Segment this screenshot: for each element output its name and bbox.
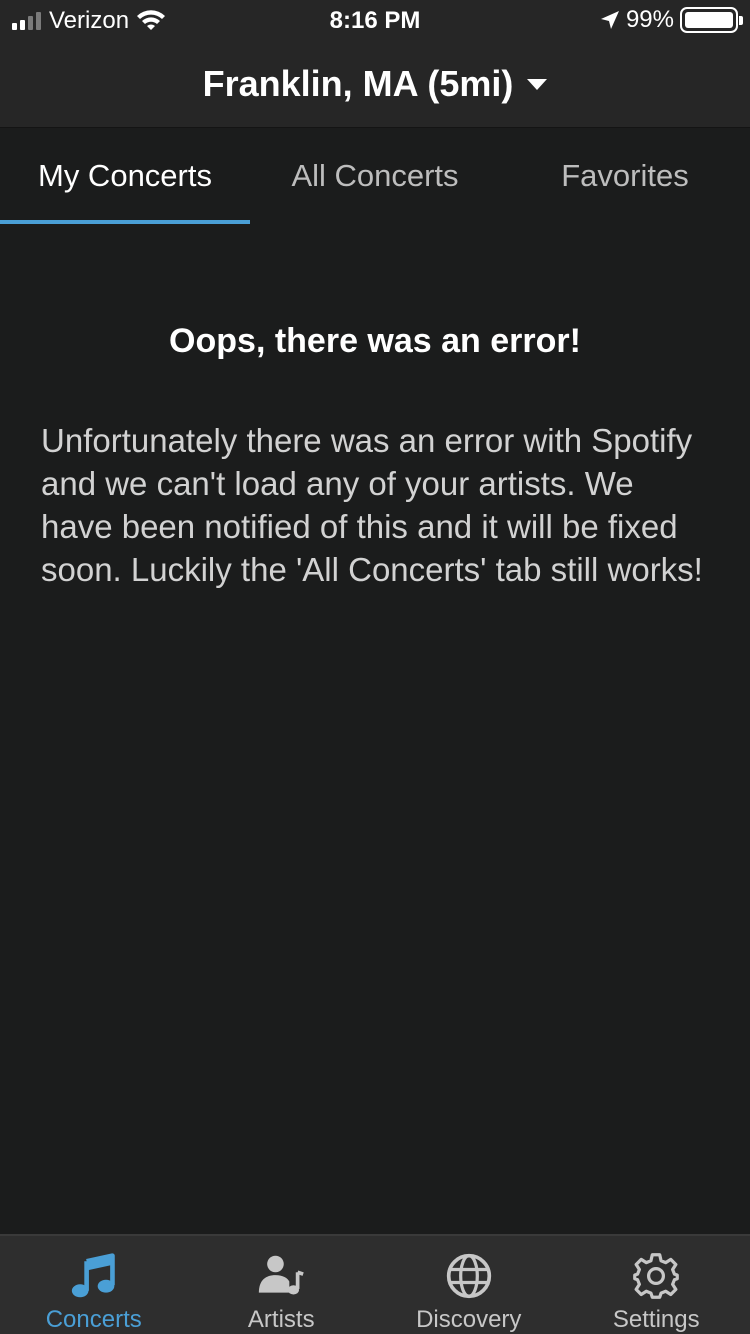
gear-icon <box>633 1253 680 1299</box>
tab-favorites[interactable]: Favorites <box>500 128 750 224</box>
artist-icon <box>259 1255 304 1295</box>
error-title: Oops, there was an error! <box>169 322 581 360</box>
error-message: Unfortunately there was an error with Sp… <box>41 422 703 588</box>
tab-all-concerts[interactable]: All Concerts <box>250 128 500 224</box>
concert-tabs: My Concerts All Concerts Favorites <box>0 128 750 224</box>
battery-icon <box>680 7 743 33</box>
location-arrow-icon <box>600 11 619 29</box>
tabbar-label: Discovery <box>416 1306 522 1333</box>
caret-down-icon <box>527 79 548 90</box>
tabbar-label: Artists <box>247 1306 315 1333</box>
tabbar-concerts[interactable]: Concerts <box>0 1236 188 1334</box>
tabbar-label: Concerts <box>45 1306 142 1333</box>
tabbar-artists[interactable]: Artists <box>188 1236 376 1334</box>
location-selector[interactable]: Franklin, MA (5mi) <box>0 40 750 128</box>
music-note-icon <box>71 1253 115 1298</box>
globe-icon <box>446 1253 491 1299</box>
location-title: Franklin, MA (5mi) <box>202 62 514 104</box>
tab-my-concerts[interactable]: My Concerts <box>0 128 250 224</box>
battery-percent: 99% <box>625 6 674 33</box>
tabbar-settings[interactable]: Settings <box>563 1236 750 1334</box>
tabbar-discovery[interactable]: Discovery <box>375 1236 563 1334</box>
status-right: 99% <box>600 6 743 34</box>
tabbar-label: Settings <box>612 1306 700 1333</box>
status-bar: Verizon 8:16 PM 99% <box>0 0 750 40</box>
bottom-tab-bar: Concerts Artists Discovery Settings <box>0 1234 750 1334</box>
